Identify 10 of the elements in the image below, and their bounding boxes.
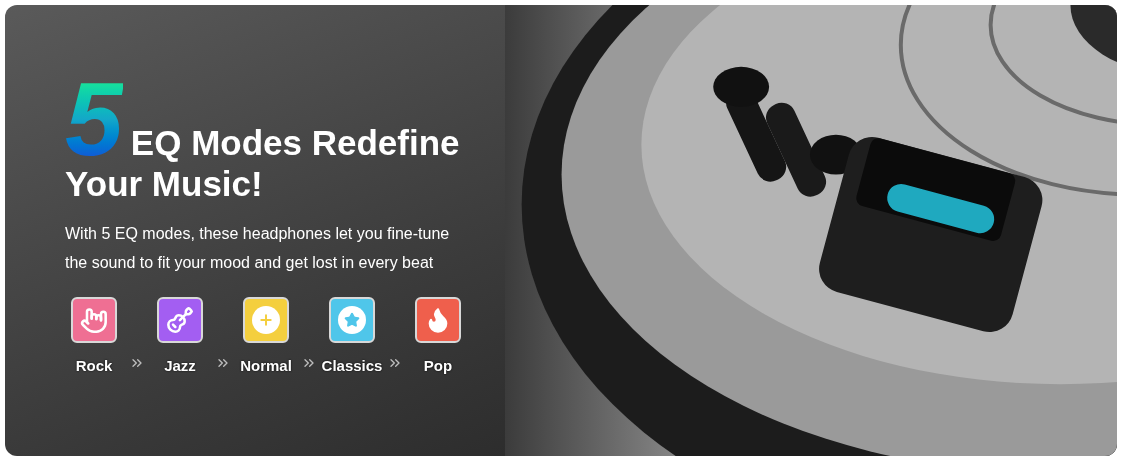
mode-label: Rock: [75, 356, 113, 376]
description: With 5 EQ modes, these headphones let you fine-tune the sound to fit your mood and get lost in every beat: [65, 224, 451, 273]
headline-text: EQ Modes Redefine: [130, 123, 460, 163]
mode-label: Jazz: [164, 356, 196, 376]
mode-label: Pop: [423, 356, 453, 376]
mode-label: Classics: [321, 356, 383, 376]
rock-hand-icon: [80, 306, 108, 334]
headline-text: Your Music!: [65, 165, 264, 203]
mode-label: Normal: [240, 356, 292, 376]
guitar-icon: [166, 306, 194, 334]
